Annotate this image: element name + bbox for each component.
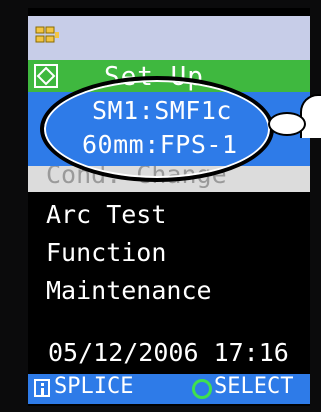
battery-icon (35, 26, 59, 43)
softkey-bar: SPLICE SELECT (28, 374, 310, 404)
date-time: 05/12/2006 17:16 (48, 338, 289, 367)
lcd-screen: Set Up SM1:SMF1c 60mm:FPS-1 Cond. Change… (28, 8, 310, 406)
splice-softkey[interactable]: SPLICE (54, 374, 133, 399)
splicer-display: Set Up SM1:SMF1c 60mm:FPS-1 Cond. Change… (0, 0, 321, 412)
menu-item-arc-test[interactable]: Arc Test (46, 200, 166, 229)
callout-tail (300, 94, 321, 138)
menu-item-function[interactable]: Function (46, 238, 166, 267)
info-icon[interactable] (34, 379, 50, 397)
menu-item-maintenance[interactable]: Maintenance (46, 276, 212, 305)
highlight-ellipse (40, 76, 274, 182)
status-bar (28, 16, 310, 60)
callout-bubble (268, 112, 306, 136)
diamond-square-icon (34, 64, 58, 88)
select-softkey[interactable]: SELECT (214, 374, 293, 399)
circle-icon[interactable] (192, 379, 212, 399)
